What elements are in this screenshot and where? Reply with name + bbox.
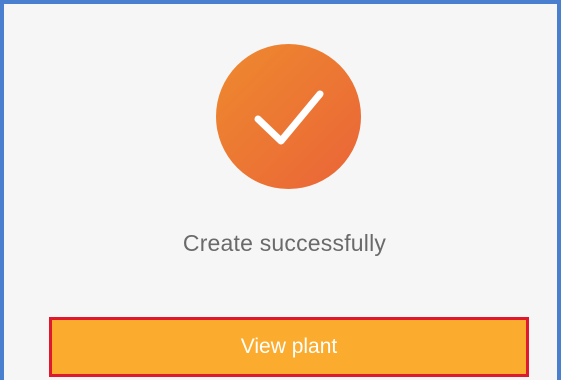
success-checkmark-icon <box>216 44 361 189</box>
view-plant-button[interactable]: View plant <box>49 317 529 377</box>
success-dialog: Create successfully View plant <box>0 0 561 380</box>
success-message: Create successfully <box>182 230 387 256</box>
checkmark-icon <box>254 90 324 145</box>
